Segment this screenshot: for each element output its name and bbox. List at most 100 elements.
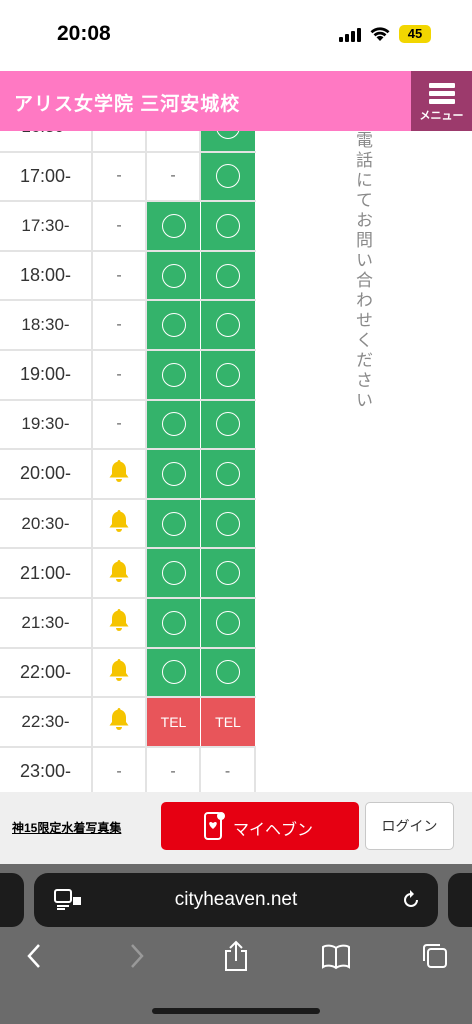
menu-button[interactable]: メニュー — [411, 71, 472, 131]
available-slot[interactable] — [147, 202, 201, 250]
available-slot[interactable] — [201, 400, 256, 449]
schedule-row: 17:30- - — [0, 202, 256, 252]
available-circle-icon — [161, 660, 186, 685]
schedule-row: 18:00- - — [0, 251, 256, 302]
notify-slot[interactable] — [93, 499, 147, 548]
notify-slot[interactable] — [93, 598, 147, 647]
bell-icon — [106, 657, 132, 688]
schedule-area: 16:30---17:00---17:30--18:00--18:30--19:… — [0, 131, 472, 792]
time-slot-label: 21:30- — [0, 598, 93, 647]
time-slot-label: 20:30- — [0, 499, 93, 548]
browser-nav-row — [0, 939, 472, 983]
back-icon[interactable] — [24, 939, 46, 973]
schedule-row: 20:30- — [0, 499, 256, 550]
schedule-row: 22:30- TEL TEL — [0, 698, 256, 748]
available-slot[interactable] — [201, 131, 256, 151]
available-slot[interactable] — [201, 301, 256, 349]
time-slot-label: 21:00- — [0, 549, 93, 597]
unavailable-slot: - — [93, 152, 147, 201]
unavailable-slot: - — [93, 400, 147, 449]
available-slot[interactable] — [147, 598, 201, 647]
tel-slot[interactable]: TEL — [147, 698, 201, 746]
reload-icon[interactable] — [400, 889, 422, 911]
notify-slot[interactable] — [93, 648, 147, 697]
unavailable-slot: - — [93, 350, 147, 399]
bookmarks-icon[interactable] — [320, 939, 352, 973]
available-slot[interactable] — [201, 202, 256, 250]
time-slot-label: 16:30- — [0, 131, 93, 151]
available-slot[interactable] — [201, 450, 256, 498]
url-text: cityheaven.net — [174, 889, 298, 910]
schedule-row: 23:00- - - - — [0, 747, 256, 792]
available-slot[interactable] — [201, 499, 256, 548]
schedule-row: 20:00- — [0, 450, 256, 500]
notify-slot[interactable] — [93, 698, 147, 746]
time-slot-label: 19:30- — [0, 400, 93, 449]
unavailable-slot: - — [147, 152, 201, 201]
swimsuit-photobook-link[interactable]: 神15限定水着写真集 — [12, 819, 121, 836]
time-slot-label: 22:00- — [0, 648, 93, 697]
unavailable-slot: - — [93, 131, 147, 151]
notify-slot[interactable] — [93, 549, 147, 597]
tabs-icon[interactable] — [420, 939, 450, 973]
phone-inquiry-note: 電話にてお問い合わせください — [353, 131, 372, 411]
forward-icon[interactable] — [126, 939, 148, 973]
available-slot[interactable] — [147, 499, 201, 548]
available-circle-icon — [161, 412, 186, 437]
available-slot[interactable] — [147, 648, 201, 697]
time-slot-label: 17:30- — [0, 202, 93, 250]
myheaven-button[interactable]: マイヘブン — [161, 802, 359, 850]
schedule-row: 16:30--- — [0, 131, 256, 153]
available-circle-icon — [161, 511, 186, 536]
time-slot-label: 18:00- — [0, 251, 93, 300]
address-bar[interactable]: cityheaven.net — [34, 873, 438, 927]
available-circle-icon — [216, 164, 240, 189]
available-slot[interactable] — [201, 350, 256, 399]
available-circle-icon — [161, 610, 186, 635]
bell-icon — [106, 607, 132, 638]
unavailable-slot: - — [93, 251, 147, 300]
unavailable-slot: - — [147, 131, 201, 151]
available-slot[interactable] — [201, 251, 256, 300]
available-circle-icon — [216, 610, 240, 635]
available-slot[interactable] — [147, 350, 201, 399]
site-header: アリス女学院 三河安城校 メニュー — [0, 71, 472, 131]
available-slot[interactable] — [201, 152, 256, 201]
wifi-icon — [370, 27, 390, 41]
site-bottom-bar: 神15限定水着写真集 マイヘブン ログイン — [0, 792, 472, 864]
bell-icon — [106, 508, 132, 539]
status-bar: 20:08 45 — [0, 0, 472, 70]
share-icon[interactable] — [222, 939, 250, 973]
available-slot[interactable] — [147, 450, 201, 498]
available-slot[interactable] — [201, 549, 256, 597]
available-circle-icon — [216, 263, 240, 288]
available-circle-icon — [216, 412, 240, 437]
schedule-row: 21:30- — [0, 598, 256, 649]
previous-tab-peek[interactable] — [0, 873, 24, 927]
login-button[interactable]: ログイン — [365, 802, 454, 850]
bell-icon — [106, 458, 132, 489]
tel-slot[interactable]: TEL — [201, 698, 256, 746]
battery-indicator: 45 — [399, 25, 431, 43]
available-slot[interactable] — [147, 549, 201, 597]
available-slot[interactable] — [147, 400, 201, 449]
time-slot-label: 23:00- — [0, 747, 93, 792]
available-slot[interactable] — [201, 598, 256, 647]
bell-icon — [106, 706, 132, 737]
phone-heart-icon — [204, 812, 225, 840]
hamburger-icon — [429, 83, 455, 105]
available-circle-icon — [216, 213, 240, 238]
schedule-row: 17:00- - - — [0, 152, 256, 203]
notify-slot[interactable] — [93, 450, 147, 498]
available-slot[interactable] — [147, 251, 201, 300]
available-slot[interactable] — [147, 301, 201, 349]
next-tab-peek[interactable] — [448, 873, 472, 927]
available-circle-icon — [161, 362, 186, 387]
time-slot-label: 17:00- — [0, 152, 93, 201]
unavailable-slot: - — [93, 747, 147, 792]
available-circle-icon — [161, 461, 186, 486]
schedule-row: 21:00- — [0, 549, 256, 599]
unavailable-slot: - — [201, 747, 256, 792]
available-slot[interactable] — [201, 648, 256, 697]
shop-title[interactable]: アリス女学院 三河安城校 — [14, 89, 240, 116]
